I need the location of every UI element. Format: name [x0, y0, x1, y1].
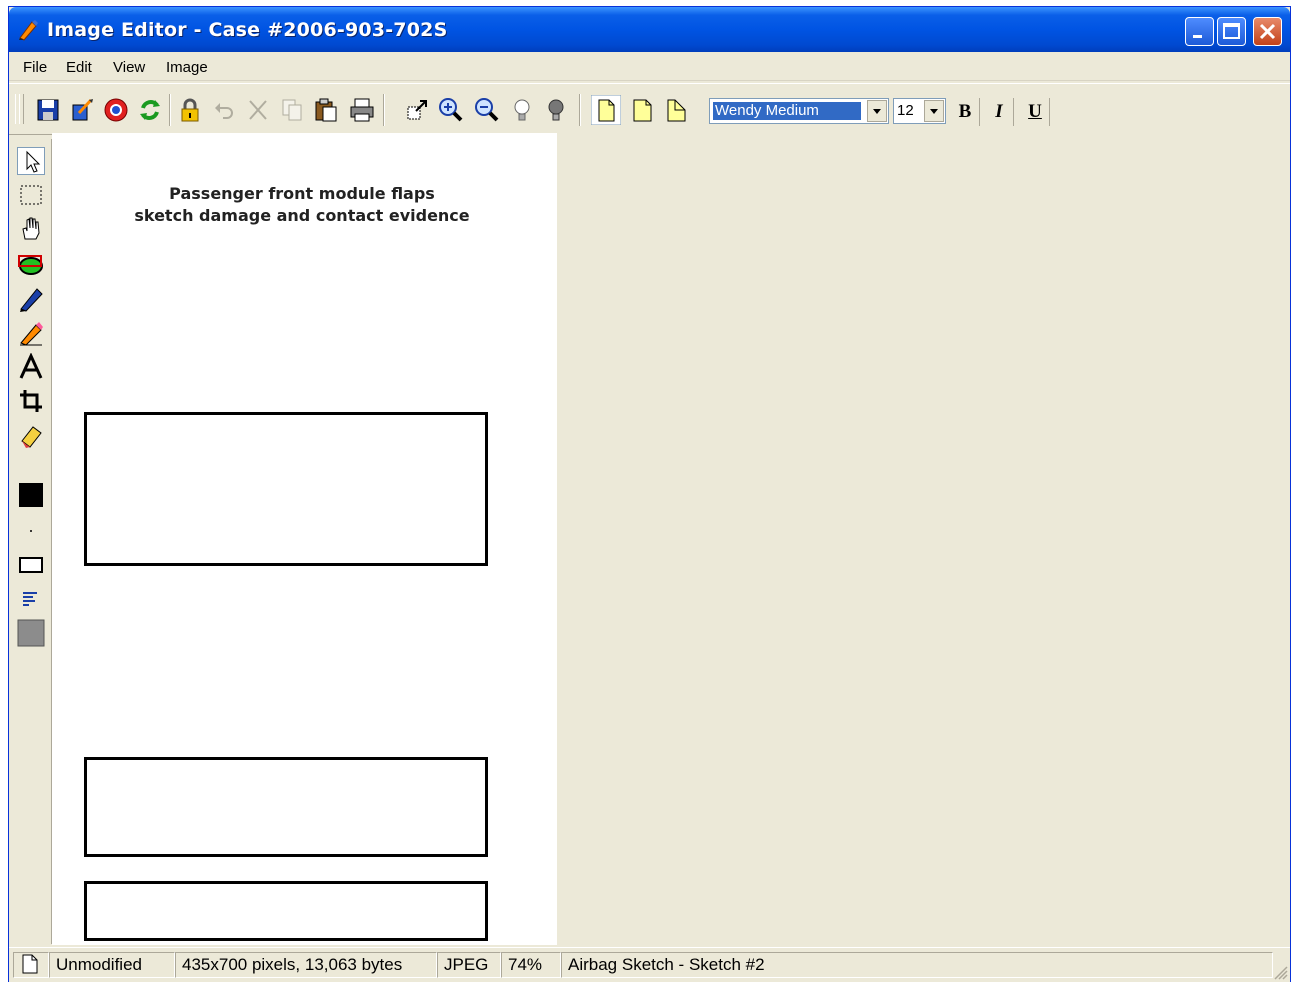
lock-icon[interactable]	[175, 95, 205, 125]
status-image-name: Airbag Sketch - Sketch #2	[561, 952, 1273, 978]
dot-size-icon[interactable]	[17, 517, 45, 545]
color-swatch-icon[interactable]	[17, 481, 45, 509]
page-fold-icon[interactable]	[661, 95, 691, 125]
fill-swatch-icon[interactable]	[17, 619, 45, 647]
rect-select-icon[interactable]	[17, 181, 45, 209]
status-format: JPEG	[437, 952, 501, 978]
font-size-value[interactable]: 12	[897, 102, 914, 119]
sketch-heading-line-2: sketch damage and contact evidence	[134, 206, 470, 225]
refresh-icon[interactable]	[135, 95, 165, 125]
lightbulb-off-icon[interactable]	[507, 95, 537, 125]
undo-icon[interactable]	[209, 95, 239, 125]
eraser-icon[interactable]	[17, 421, 45, 449]
status-bar: Unmodified 435x700 pixels, 13,063 bytes …	[9, 947, 1290, 982]
window-title: Image Editor - Case #2006-903-702S	[47, 19, 448, 41]
font-size-dropdown[interactable]: 12	[893, 98, 946, 124]
sketch-heading: Passenger front module flaps sketch dama…	[112, 183, 492, 227]
status-dimensions: 435x700 pixels, 13,063 bytes	[175, 952, 437, 978]
zoom-out-icon[interactable]	[471, 95, 501, 125]
print-icon[interactable]	[347, 95, 377, 125]
menu-bar: File Edit View Image	[9, 54, 1290, 81]
page-icon[interactable]	[590, 94, 622, 126]
canvas-area[interactable]: Passenger front module flaps sketch dama…	[52, 133, 1290, 945]
toolbar-separator	[579, 94, 581, 126]
text-tool-icon[interactable]	[17, 352, 45, 381]
status-modified: Unmodified	[49, 952, 175, 978]
font-dropdown-arrow[interactable]	[867, 100, 887, 122]
pen-icon[interactable]	[17, 285, 45, 313]
font-dropdown[interactable]: Wendy Medium	[709, 98, 889, 124]
menu-file[interactable]: File	[21, 59, 49, 76]
minimize-button[interactable]	[1185, 17, 1214, 46]
resize-icon[interactable]	[401, 95, 431, 125]
ellipse-icon[interactable]	[17, 251, 45, 279]
menu-image[interactable]: Image	[164, 59, 210, 76]
sketch-box-top	[84, 412, 488, 566]
crop-icon[interactable]	[17, 387, 45, 415]
sketch-heading-line-1: Passenger front module flaps	[169, 184, 435, 203]
font-name-value[interactable]: Wendy Medium	[712, 101, 862, 121]
hand-icon[interactable]	[17, 215, 45, 243]
pointer-icon[interactable]	[17, 147, 45, 175]
pencil-icon[interactable]	[17, 319, 45, 347]
resize-grip-icon[interactable]	[1272, 964, 1288, 980]
underline-button[interactable]: U	[1021, 98, 1050, 126]
toolbar: Wendy Medium 12 B I U	[9, 83, 1290, 135]
title-bar[interactable]: Image Editor - Case #2006-903-702S	[9, 7, 1290, 52]
rectangle-shape-icon[interactable]	[17, 551, 45, 579]
menu-view[interactable]: View	[111, 59, 147, 76]
toolbar-separator	[169, 94, 171, 126]
app-pen-icon	[17, 19, 39, 41]
font-size-dropdown-arrow[interactable]	[924, 100, 944, 122]
align-text-icon[interactable]	[17, 585, 45, 613]
zoom-in-icon[interactable]	[435, 95, 465, 125]
lightbulb-on-icon[interactable]	[541, 95, 571, 125]
toolbar-grip-2	[19, 94, 24, 124]
toolbar-separator	[383, 94, 385, 126]
menu-edit[interactable]: Edit	[64, 59, 94, 76]
bold-button[interactable]: B	[951, 98, 980, 126]
export-icon[interactable]	[67, 95, 97, 125]
status-zoom: 74%	[501, 952, 561, 978]
page-corner-icon[interactable]	[627, 95, 657, 125]
save-icon[interactable]	[33, 95, 63, 125]
image-editor-window: Image Editor - Case #2006-903-702S File …	[8, 6, 1291, 982]
status-page-icon	[13, 952, 49, 978]
paste-icon[interactable]	[311, 95, 341, 125]
italic-button[interactable]: I	[985, 98, 1014, 126]
cut-icon[interactable]	[243, 95, 273, 125]
copy-icon[interactable]	[277, 95, 307, 125]
sketch-box-middle	[84, 757, 488, 857]
sketch-image[interactable]: Passenger front module flaps sketch dama…	[52, 133, 557, 945]
maximize-button[interactable]	[1217, 17, 1246, 46]
tool-palette	[11, 139, 52, 944]
close-button[interactable]	[1253, 17, 1282, 46]
help-icon[interactable]	[101, 95, 131, 125]
sketch-box-bottom	[84, 881, 488, 941]
